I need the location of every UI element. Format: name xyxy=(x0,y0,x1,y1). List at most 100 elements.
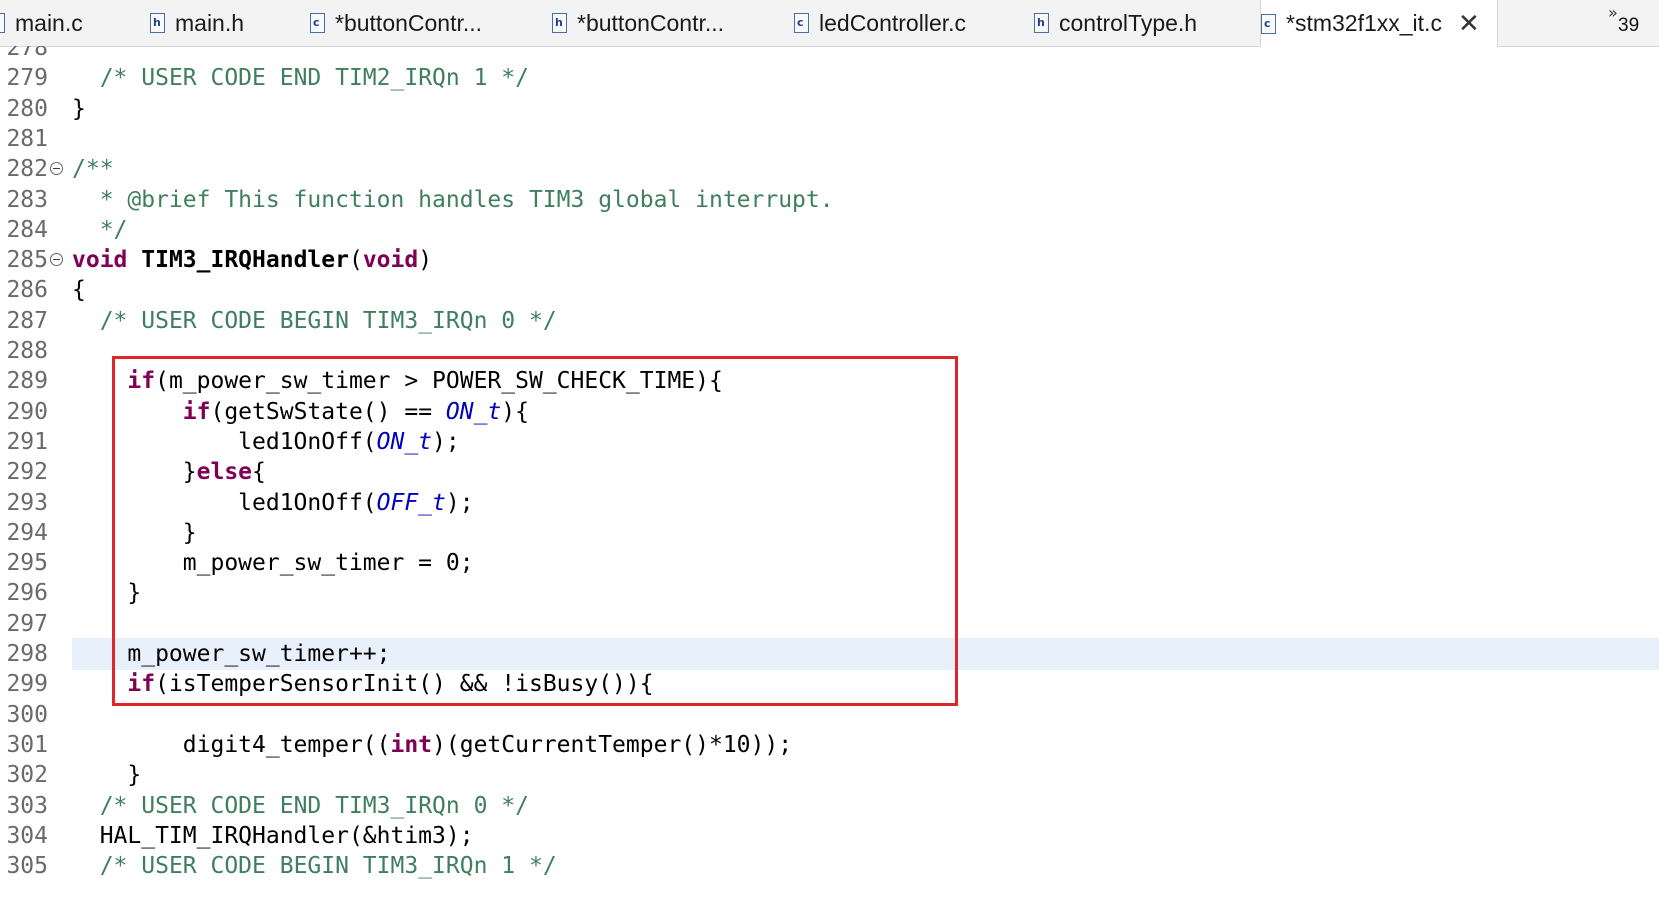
code-token: HAL_TIM_IRQHandler(&htim3); xyxy=(72,822,474,849)
code-token: ){ xyxy=(501,398,529,425)
code-token: OFF_t xyxy=(376,489,446,516)
code-text: led1OnOff(ON_t); xyxy=(72,426,460,458)
tab-label: *stm32f1xx_it.c xyxy=(1286,10,1442,36)
code-line[interactable]: 278 xyxy=(0,46,1659,64)
line-number: 291 xyxy=(6,428,48,455)
code-token: /* USER CODE BEGIN TIM3_IRQn 1 */ xyxy=(99,853,557,880)
file-type-letter: c xyxy=(1264,16,1271,30)
code-line[interactable]: 297 xyxy=(0,608,1659,640)
code-editor[interactable]: 278 279 /* USER CODE END TIM2_IRQn 1 */28… xyxy=(0,46,1659,905)
code-token: { xyxy=(252,459,266,486)
code-line[interactable]: 287 /* USER CODE BEGIN TIM3_IRQn 0 */ xyxy=(0,305,1659,337)
code-token: /* USER CODE END TIM3_IRQn 0 */ xyxy=(99,792,529,819)
c-file-icon: c xyxy=(0,13,5,33)
chevron-right-icon: » xyxy=(1608,3,1618,22)
code-token: led1OnOff( xyxy=(72,489,377,516)
code-line[interactable]: 283 * @brief This function handles TIM3 … xyxy=(0,184,1659,216)
hidden-tab-count: 39 xyxy=(1618,15,1640,36)
code-line[interactable]: 279 /* USER CODE END TIM2_IRQn 1 */ xyxy=(0,62,1659,94)
code-text: */ xyxy=(72,214,128,246)
tab-label: main.c xyxy=(15,9,83,36)
code-line[interactable]: 290 if(getSwState() == ON_t){ xyxy=(0,396,1659,428)
line-number: 278 xyxy=(6,46,48,61)
code-line[interactable]: 289 if(m_power_sw_timer > POWER_SW_CHECK… xyxy=(0,365,1659,397)
code-text: }else{ xyxy=(72,456,266,488)
line-number: 281 xyxy=(6,125,48,152)
code-line[interactable]: 285 void TIM3_IRQHandler(void) xyxy=(0,244,1659,276)
tab-overflow-button[interactable]: » 39 xyxy=(1598,3,1658,43)
code-line[interactable]: 301 digit4_temper((int)(getCurrentTemper… xyxy=(0,729,1659,761)
tab-1[interactable]: h main.h xyxy=(150,0,310,46)
code-token: /* USER CODE BEGIN TIM3_IRQn 0 */ xyxy=(99,307,557,334)
collapse-fold-icon[interactable] xyxy=(50,162,63,176)
file-type-letter: h xyxy=(1037,16,1045,29)
code-line[interactable]: 284 */ xyxy=(0,214,1659,246)
line-number: 300 xyxy=(6,701,48,728)
code-token: if xyxy=(182,398,211,425)
code-line[interactable]: 294 } xyxy=(0,517,1659,549)
code-line[interactable]: 280} xyxy=(0,93,1659,125)
code-line[interactable]: 302 } xyxy=(0,759,1659,791)
code-token: int xyxy=(390,731,433,758)
line-number: 282 xyxy=(6,156,48,183)
h-file-icon: h xyxy=(1034,13,1049,33)
code-token: } xyxy=(72,762,142,789)
tab-4[interactable]: c ledController.c xyxy=(794,0,1034,46)
code-line[interactable]: 282 /** xyxy=(0,153,1659,185)
line-number: 302 xyxy=(6,762,48,789)
line-number: 279 xyxy=(6,65,48,92)
editor-tab-bar: c main.c h main.h c *buttonContr... h *buttonCo… xyxy=(0,0,1659,47)
code-line[interactable]: 288 xyxy=(0,335,1659,367)
code-token: { xyxy=(72,277,86,304)
code-line[interactable]: 281 xyxy=(0,123,1659,155)
code-line[interactable]: 295 m_power_sw_timer = 0; xyxy=(0,547,1659,579)
tab-0[interactable]: c main.c xyxy=(0,0,140,46)
collapse-fold-icon[interactable] xyxy=(50,253,63,267)
code-token: ); xyxy=(432,428,460,455)
code-text: m_power_sw_timer = 0; xyxy=(72,547,474,579)
tab-2[interactable]: c *buttonContr... xyxy=(310,0,552,46)
code-token: void xyxy=(362,247,419,274)
tab-label: *buttonContr... xyxy=(335,9,483,36)
code-line[interactable]: 299 if(isTemperSensorInit() && !isBusy()… xyxy=(0,668,1659,700)
code-token: ) xyxy=(418,247,433,274)
code-line[interactable]: 304 HAL_TIM_IRQHandler(&htim3); xyxy=(0,820,1659,852)
file-type-letter: c xyxy=(313,16,320,29)
line-number: 284 xyxy=(6,216,48,243)
line-number: 286 xyxy=(6,277,48,304)
code-text: /* USER CODE END TIM3_IRQn 0 */ xyxy=(72,790,529,822)
code-token: led1OnOff( xyxy=(72,428,377,455)
code-token: TIM3_IRQHandler xyxy=(141,247,349,274)
line-number: 280 xyxy=(6,95,48,122)
line-number: 304 xyxy=(6,822,48,849)
code-line[interactable]: 293 led1OnOff(OFF_t); xyxy=(0,487,1659,519)
code-text: if(isTemperSensorInit() && !isBusy()){ xyxy=(72,668,654,700)
code-line[interactable]: 305 /* USER CODE BEGIN TIM3_IRQn 1 */ xyxy=(0,850,1659,882)
line-number: 290 xyxy=(6,398,48,425)
line-number: 292 xyxy=(6,459,48,486)
code-text: } xyxy=(72,577,141,609)
code-token: (isTemperSensorInit() && !isBusy()){ xyxy=(155,671,654,698)
tab-6[interactable]: c *stm32f1xx_it.c ✕ xyxy=(1260,0,1498,47)
code-line[interactable]: 300 xyxy=(0,699,1659,731)
code-line[interactable]: 286 { xyxy=(0,274,1659,306)
close-tab-icon[interactable]: ✕ xyxy=(1458,11,1480,37)
code-token: (getSwState() == xyxy=(210,398,446,425)
code-line[interactable]: 298 m_power_sw_timer++; xyxy=(0,638,1659,670)
code-line[interactable]: 296 } xyxy=(0,577,1659,609)
code-token: )(getCurrentTemper()*10)); xyxy=(432,731,793,758)
tab-5[interactable]: h controlType.h xyxy=(1034,0,1260,46)
tab-3[interactable]: h *buttonContr... xyxy=(552,0,794,46)
code-line[interactable]: 303 /* USER CODE END TIM3_IRQn 0 */ xyxy=(0,790,1659,822)
code-line[interactable]: 292 }else{ xyxy=(0,456,1659,488)
code-text: /* USER CODE END TIM2_IRQn 1 */ xyxy=(72,62,529,94)
code-line[interactable]: 291 led1OnOff(ON_t); xyxy=(0,426,1659,458)
line-number: 305 xyxy=(6,853,48,880)
